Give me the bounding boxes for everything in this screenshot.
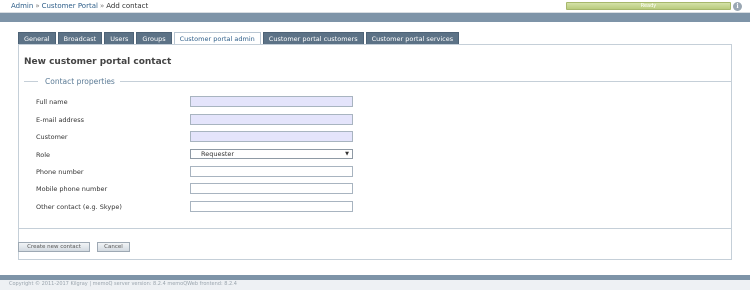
customer-input[interactable] xyxy=(190,131,353,142)
tab-customer-portal-admin[interactable]: Customer portal admin xyxy=(173,32,261,44)
status-text: Ready xyxy=(640,3,657,9)
mobile-phone-label: Mobile phone number xyxy=(36,185,108,193)
tab-broadcast[interactable]: Broadcast xyxy=(57,32,103,44)
fieldset-border xyxy=(120,81,732,82)
phone-label: Phone number xyxy=(36,168,84,176)
page-title: New customer portal contact xyxy=(24,57,172,67)
chevron-down-icon: ▼ xyxy=(345,151,349,157)
role-label: Role xyxy=(36,151,51,159)
create-contact-button[interactable]: Create new contact xyxy=(18,242,90,252)
mobile-phone-input[interactable] xyxy=(190,183,353,194)
breadcrumb-admin-link[interactable]: Admin xyxy=(11,2,33,10)
other-contact-label: Other contact (e.g. Skype) xyxy=(36,203,122,211)
cancel-button[interactable]: Cancel xyxy=(97,242,130,252)
tab-customer-portal-customers[interactable]: Customer portal customers xyxy=(262,32,364,44)
info-icon[interactable]: i xyxy=(733,2,742,11)
tab-general[interactable]: General xyxy=(18,32,56,44)
customer-label: Customer xyxy=(36,133,68,141)
status-indicator: Ready xyxy=(566,2,731,10)
breadcrumb-separator: » xyxy=(99,2,105,10)
breadcrumb-customer-portal-link[interactable]: Customer Portal xyxy=(42,2,98,10)
role-select[interactable]: Requester ▼ xyxy=(190,149,353,159)
tab-groups[interactable]: Groups xyxy=(136,32,172,44)
full-name-input[interactable] xyxy=(190,96,353,107)
other-contact-input[interactable] xyxy=(190,201,353,212)
tab-customer-portal-services[interactable]: Customer portal services xyxy=(365,32,460,44)
header-band xyxy=(0,13,750,22)
full-name-label: Full name xyxy=(36,98,68,106)
footer: Copyright © 2011-2017 Kilgray | memoQ se… xyxy=(0,280,750,290)
tab-bar: General Broadcast Users Groups Customer … xyxy=(18,32,460,44)
phone-input[interactable] xyxy=(190,166,353,177)
tab-users[interactable]: Users xyxy=(104,32,135,44)
breadcrumb-separator: » xyxy=(35,2,40,10)
email-input[interactable] xyxy=(190,114,353,125)
fieldset-legend: Contact properties xyxy=(45,77,115,86)
breadcrumb: Admin» Customer Portal» Add contact xyxy=(11,2,148,10)
role-selected-value: Requester xyxy=(201,150,235,158)
breadcrumb-current-page: Add contact xyxy=(106,2,149,10)
fieldset-border xyxy=(24,81,38,82)
divider xyxy=(18,228,732,229)
email-label: E-mail address xyxy=(36,116,84,124)
footer-copyright: Copyright © 2011-2017 Kilgray | memoQ se… xyxy=(9,281,237,287)
